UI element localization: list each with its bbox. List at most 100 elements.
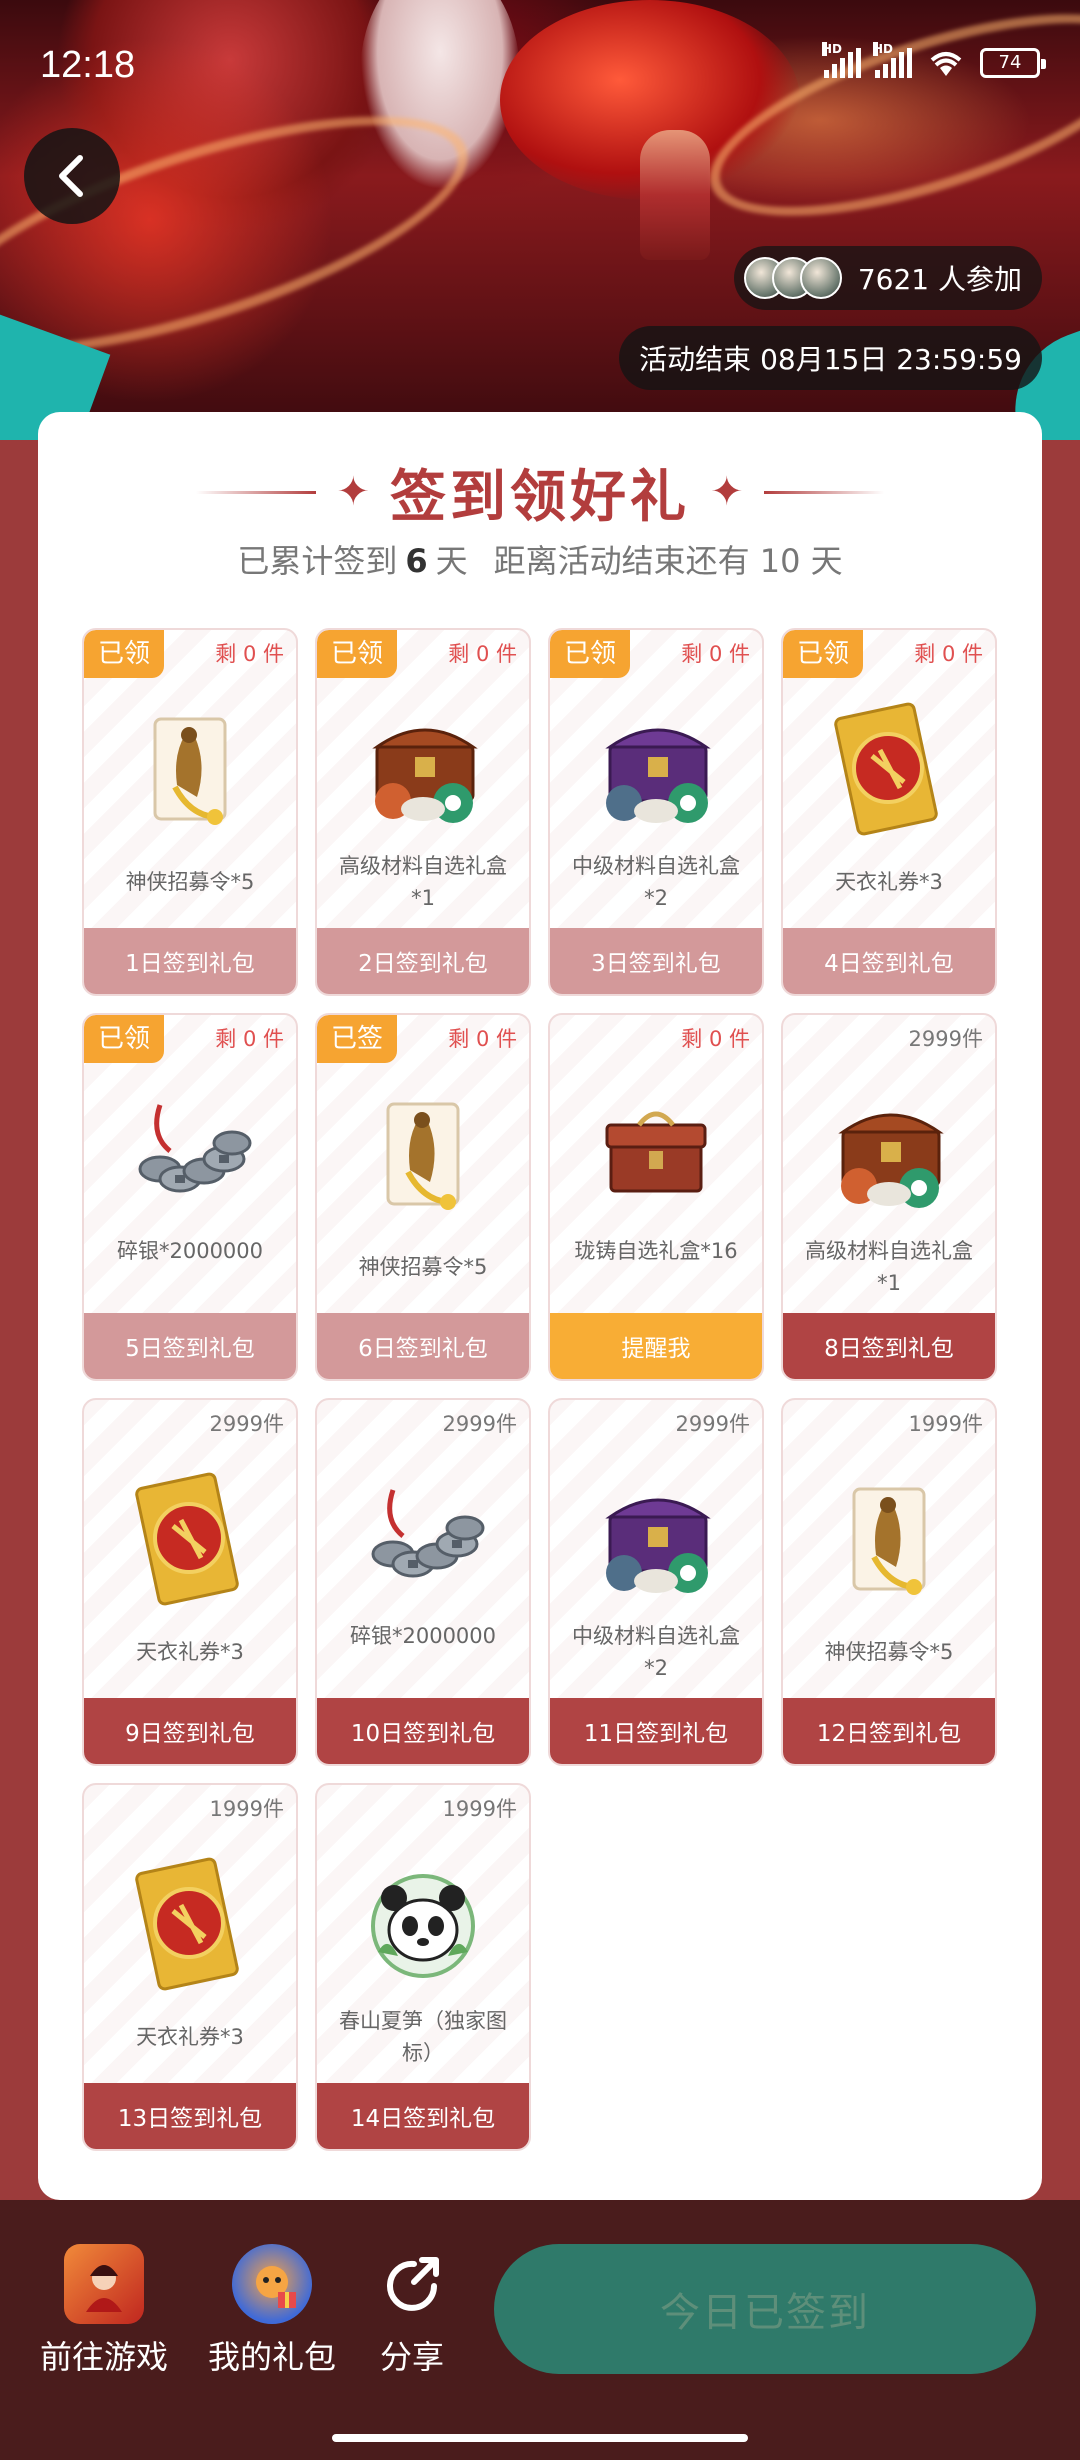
- signal-icon: HD: [822, 42, 861, 78]
- days-signed: 6: [405, 542, 428, 580]
- reward-tile: 1999件神侠招募令*5 12日签到礼包: [781, 1398, 997, 1766]
- scroll-icon: [120, 700, 260, 840]
- reward-tile: 2999件 中级材料自选礼盒*2 11日签到礼包: [548, 1398, 764, 1766]
- scroll-icon: [353, 1085, 493, 1225]
- ticket-icon: [120, 1470, 260, 1610]
- go-game-button[interactable]: 前往游戏: [40, 2244, 168, 2378]
- item-name: 高级材料自选礼盒*1: [339, 854, 507, 910]
- scroll-icon: [819, 1470, 959, 1610]
- reward-tile: 已领 剩 0 件中级材料自选礼盒*2 3日签到礼包: [548, 628, 764, 996]
- gift-pack-button[interactable]: 12日签到礼包: [783, 1698, 995, 1764]
- chevron-left-icon: [59, 155, 83, 197]
- item-name: 天衣礼券*3: [835, 870, 943, 894]
- remind-me-button[interactable]: 提醒我: [550, 1313, 762, 1379]
- gift-pack-button[interactable]: 10日签到礼包: [317, 1698, 529, 1764]
- participant-avatars: [743, 257, 848, 299]
- item-name: 珑铸自选礼盒*16: [574, 1239, 738, 1263]
- gift-pack-button[interactable]: 2日签到礼包: [317, 928, 529, 994]
- stock-count: 1999件: [908, 1412, 983, 1436]
- checkin-card: ✦ 签到领好礼 ✦ 已累计签到 6 天距离活动结束还有 10 天 已领剩 0 件神侠…: [38, 412, 1042, 2200]
- gift-pack-button[interactable]: 8日签到礼包: [783, 1313, 995, 1379]
- stock-count: 剩 0 件: [681, 1027, 750, 1051]
- participants-count: 7621 人参加: [857, 263, 1022, 296]
- gift-pack-button[interactable]: 14日签到礼包: [317, 2083, 529, 2149]
- status-icons: HD HD 74: [822, 42, 1046, 78]
- reward-tile: 剩 0 件珑铸自选礼盒*16 提醒我: [548, 1013, 764, 1381]
- gift-pack-button[interactable]: 13日签到礼包: [84, 2083, 296, 2149]
- sparkle-icon: ✦: [710, 469, 744, 515]
- game-app-icon: [64, 2244, 144, 2324]
- ticket-icon: [120, 1855, 260, 1995]
- stock-count: 剩 0 件: [681, 642, 750, 666]
- bottom-bar: 前往游戏 我的礼包 分享 今日已签到: [0, 2200, 1080, 2460]
- claimed-badge: 已领: [783, 630, 864, 678]
- item-name: 碎银*2000000: [349, 1624, 497, 1648]
- claimed-badge: 已领: [317, 630, 398, 678]
- claimed-badge: 已领: [84, 1015, 165, 1063]
- title-divider: [196, 490, 317, 494]
- my-gifts-button[interactable]: 我的礼包: [208, 2244, 336, 2378]
- reward-tile: 2999件 碎银*2000000 10日签到礼包: [315, 1398, 531, 1766]
- stock-count: 1999件: [442, 1797, 517, 1821]
- activity-end-time: 活动结束 08月15日 23:59:59: [619, 326, 1042, 390]
- status-time: 12:18: [40, 44, 136, 86]
- wifi-icon: [926, 48, 966, 78]
- coins-icon: [120, 1085, 260, 1225]
- go-game-label: 前往游戏: [40, 2338, 169, 2376]
- item-name: 神侠招募令*5: [824, 1640, 954, 1664]
- stock-count: 2999件: [209, 1412, 284, 1436]
- back-button[interactable]: [24, 128, 120, 224]
- gift-pack-button[interactable]: 4日签到礼包: [783, 928, 995, 994]
- battery-icon: 74: [980, 48, 1046, 78]
- stock-count: 剩 0 件: [914, 642, 983, 666]
- ticket-icon: [819, 700, 959, 840]
- gift-pack-button[interactable]: 11日签到礼包: [550, 1698, 762, 1764]
- item-name: 天衣礼券*3: [136, 1640, 244, 1664]
- stock-count: 剩 0 件: [215, 642, 284, 666]
- avatar: [799, 257, 842, 299]
- summary-prefix: 已累计签到: [237, 542, 398, 580]
- gift-pack-button[interactable]: 5日签到礼包: [84, 1313, 296, 1379]
- panda-icon: [353, 1855, 493, 1995]
- days-remaining: 距离活动结束还有 10 天: [493, 542, 843, 580]
- reward-tile: 已领 剩 0 件神侠招募令*5 1日签到礼包: [82, 628, 298, 996]
- reward-tile: 已领 剩 0 件天衣礼券*3 4日签到礼包: [781, 628, 997, 996]
- reward-tile: 1999件春山夏笋（独家图标） 14日签到礼包: [315, 1783, 531, 2151]
- reward-tile: 已领 剩 0 件碎银*2000000 5日签到礼包: [82, 1013, 298, 1381]
- chest-icon: [819, 1085, 959, 1225]
- participants-badge: 7621 人参加: [733, 246, 1042, 310]
- reward-tile: 2999件天衣礼券*3 9日签到礼包: [82, 1398, 298, 1766]
- gift-pack-button[interactable]: 3日签到礼包: [550, 928, 762, 994]
- box-icon: [586, 1085, 726, 1225]
- coins-icon: [353, 1470, 493, 1610]
- gift-pack-button[interactable]: 6日签到礼包: [317, 1313, 529, 1379]
- item-name: 春山夏笋（独家图标）: [339, 2009, 507, 2065]
- stock-count: 剩 0 件: [448, 1027, 517, 1051]
- gift-pack-button[interactable]: 9日签到礼包: [84, 1698, 296, 1764]
- item-name: 碎银*2000000: [116, 1239, 264, 1263]
- purple-chest-icon: [586, 1470, 726, 1610]
- share-button[interactable]: 分享: [372, 2244, 452, 2378]
- stock-count: 1999件: [209, 1797, 284, 1821]
- claimed-badge: 已签: [317, 1015, 398, 1063]
- share-icon: [372, 2244, 452, 2324]
- gift-pack-button[interactable]: 1日签到礼包: [84, 928, 296, 994]
- reward-tile: 1999件 天衣礼券*3 13日签到礼包: [82, 1783, 298, 2151]
- reward-grid: 已领剩 0 件神侠招募令*5 1日签到礼包 已领剩 0 件高级材料自选礼盒*1 2日签…: [82, 628, 998, 2151]
- item-name: 高级材料自选礼盒*1: [805, 1239, 973, 1295]
- stock-count: 剩 0 件: [215, 1027, 284, 1051]
- reward-tile: 已签 剩 0 件神侠招募令*5 6日签到礼包: [315, 1013, 531, 1381]
- checkin-button[interactable]: 今日已签到: [494, 2244, 1036, 2374]
- item-name: 中级材料自选礼盒*2: [572, 854, 740, 910]
- item-name: 神侠招募令*5: [125, 870, 255, 894]
- share-label: 分享: [379, 2338, 444, 2376]
- hero-figure: [640, 130, 710, 260]
- item-name: 神侠招募令*5: [358, 1255, 488, 1279]
- purple-chest-icon: [586, 700, 726, 840]
- my-gifts-label: 我的礼包: [208, 2338, 337, 2376]
- stock-count: 2999件: [908, 1027, 983, 1051]
- summary-unit: 天: [435, 542, 468, 580]
- signal-icon: HD: [873, 42, 912, 78]
- item-name: 中级材料自选礼盒*2: [572, 1624, 740, 1680]
- home-indicator: [332, 2434, 748, 2442]
